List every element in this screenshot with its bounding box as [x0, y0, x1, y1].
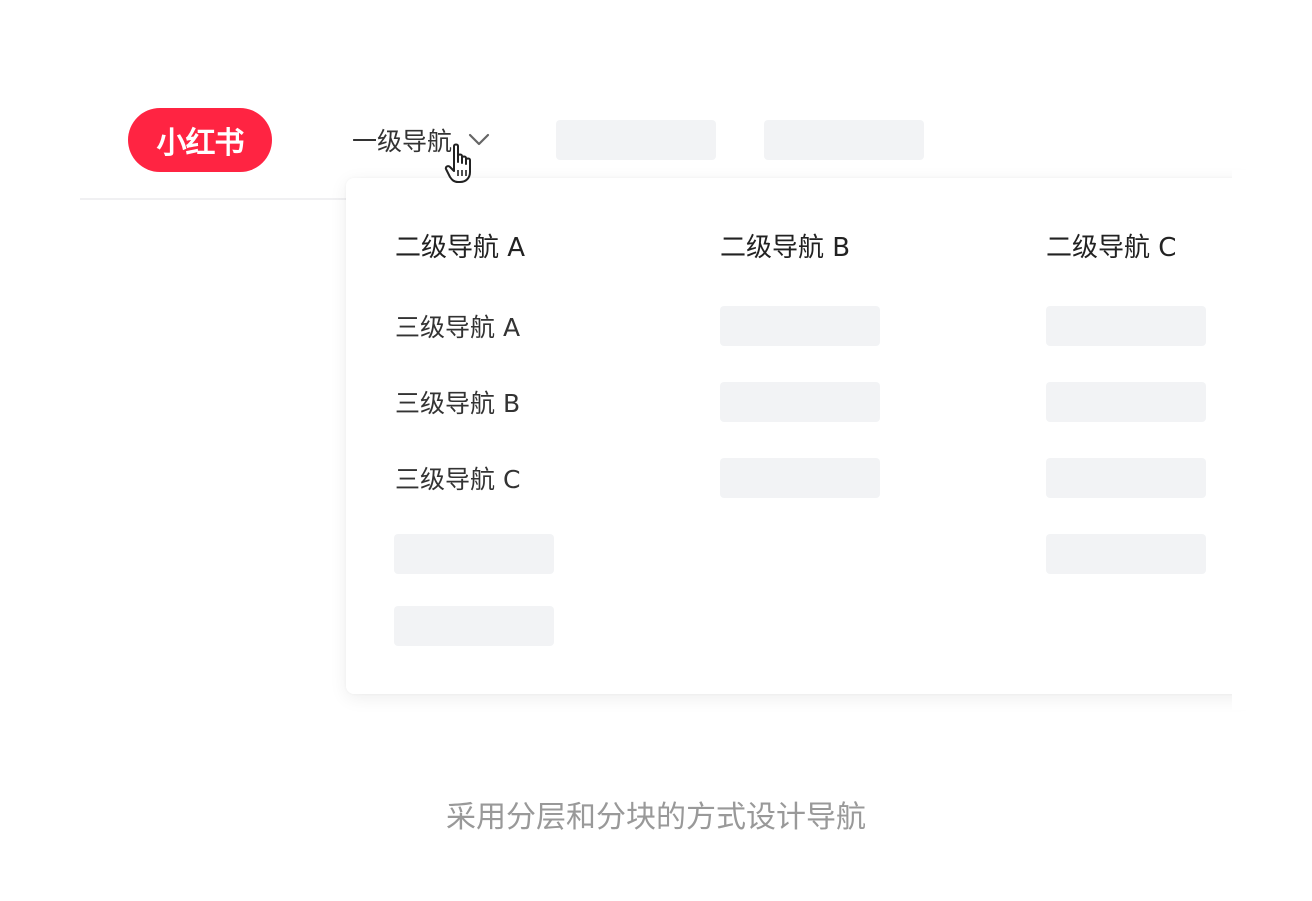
nav-primary-label: 一级导航 [352, 127, 453, 156]
tertiary-nav-item[interactable]: 三级导航 A [395, 308, 520, 348]
tertiary-nav-placeholder[interactable] [1046, 534, 1206, 574]
secondary-nav-title-c[interactable]: 二级导航 C [1046, 228, 1176, 268]
tertiary-nav-placeholder[interactable] [394, 534, 554, 574]
tertiary-nav-placeholder[interactable] [1046, 306, 1206, 346]
secondary-nav-title-b[interactable]: 二级导航 B [720, 228, 850, 268]
crop-mask [1232, 170, 1312, 710]
secondary-nav-title-a[interactable]: 二级导航 A [395, 228, 525, 268]
tertiary-nav-item[interactable]: 三级导航 B [395, 384, 520, 424]
nav-placeholder-item[interactable] [556, 120, 716, 160]
tertiary-nav-placeholder[interactable] [1046, 382, 1206, 422]
brand-logo[interactable]: 小红书 [128, 108, 272, 172]
tertiary-nav-placeholder[interactable] [720, 458, 880, 498]
tertiary-nav-placeholder[interactable] [394, 606, 554, 646]
nav-placeholder-item[interactable] [764, 120, 924, 160]
dropdown-menu: 二级导航 A 三级导航 A 三级导航 B 三级导航 C 二级导航 B 二级导航 … [346, 178, 1252, 694]
tertiary-nav-placeholder[interactable] [720, 382, 880, 422]
figure-caption: 采用分层和分块的方式设计导航 [446, 800, 866, 835]
tertiary-nav-placeholder[interactable] [1046, 458, 1206, 498]
hand-pointer-icon [444, 143, 471, 183]
header-divider [80, 198, 360, 200]
tertiary-nav-item[interactable]: 三级导航 C [395, 460, 520, 500]
brand-logo-text: 小红书 [156, 126, 245, 161]
tertiary-nav-placeholder[interactable] [720, 306, 880, 346]
